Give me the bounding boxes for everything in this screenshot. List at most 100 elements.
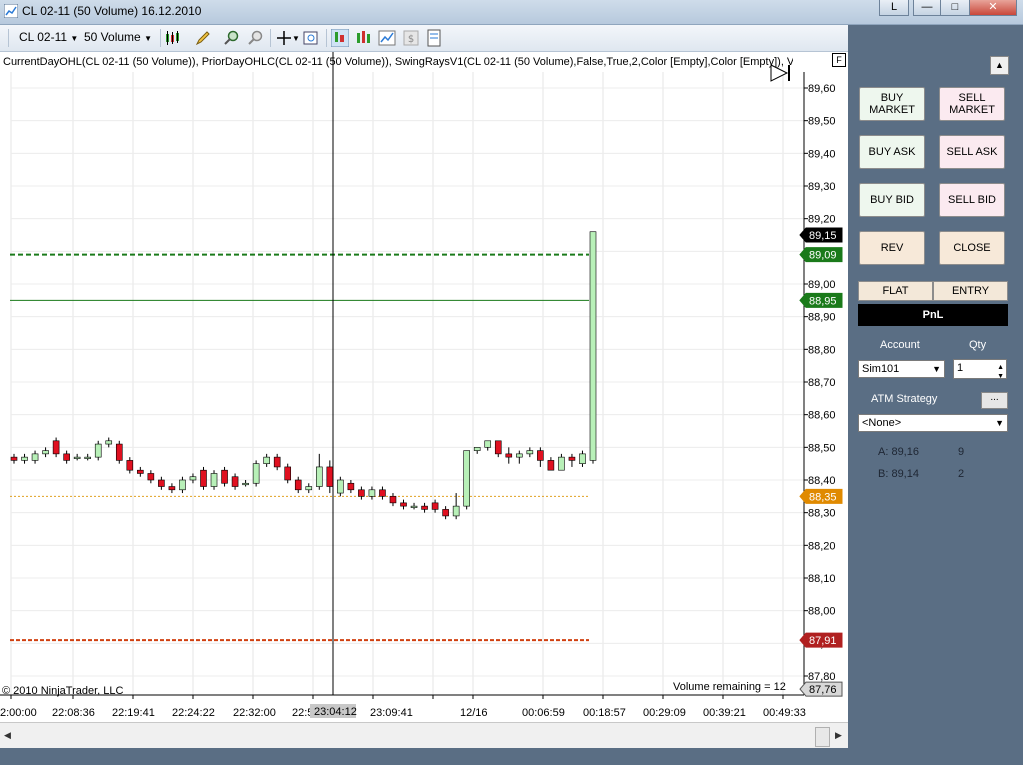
play-icon[interactable] bbox=[769, 63, 793, 83]
time-tick-label: 12/16 bbox=[460, 707, 488, 719]
candle-body bbox=[484, 440, 492, 448]
sell-ask-button[interactable]: SELL ASK bbox=[939, 135, 1005, 169]
panel-collapse-button[interactable]: ▲ bbox=[990, 56, 1009, 75]
maximize-button[interactable]: □ bbox=[940, 0, 970, 16]
copyright-label: © 2010 NinjaTrader, LLC bbox=[2, 685, 124, 697]
buy-bid-button[interactable]: BUY BID bbox=[859, 183, 925, 217]
time-tick-label: 00:29:09 bbox=[643, 707, 686, 719]
atm-strategy-label: ATM Strategy bbox=[871, 393, 938, 405]
link-button[interactable]: L bbox=[879, 0, 909, 16]
candle-body bbox=[242, 482, 249, 486]
interval-selector[interactable]: 50 Volume ▼ bbox=[84, 30, 152, 44]
candle-body bbox=[42, 450, 49, 455]
data-box-icon[interactable] bbox=[302, 29, 320, 47]
candle-body bbox=[442, 509, 449, 517]
time-tick-label: 22:32:00 bbox=[233, 707, 276, 719]
atm-strategy-select[interactable]: <None> ▼ bbox=[858, 414, 1008, 432]
ask-price: A: 89,16 bbox=[878, 446, 919, 458]
candle-body bbox=[168, 486, 176, 491]
price-badge-label: 89,09 bbox=[809, 250, 837, 262]
zoom-out-icon[interactable] bbox=[246, 29, 264, 47]
pencil-icon[interactable] bbox=[194, 29, 212, 47]
price-tick-label: 89,40 bbox=[808, 148, 836, 160]
zoom-in-icon[interactable] bbox=[222, 29, 240, 47]
candle-body bbox=[326, 466, 334, 487]
reverse-button[interactable]: REV bbox=[859, 231, 925, 265]
candle-body bbox=[421, 505, 428, 510]
crosshair-icon[interactable] bbox=[275, 29, 293, 47]
order-panel-toggle-icon[interactable] bbox=[331, 29, 349, 47]
candle-body bbox=[368, 489, 376, 497]
candle-body bbox=[389, 496, 397, 504]
time-tick-label: 00:49:33 bbox=[763, 707, 806, 719]
price-tick-label: 88,90 bbox=[808, 312, 836, 324]
candle-body bbox=[463, 450, 470, 507]
price-tick-label: 88,30 bbox=[808, 508, 836, 520]
candle-body bbox=[158, 479, 165, 487]
candle-body bbox=[221, 469, 228, 484]
candle-body bbox=[94, 443, 102, 458]
time-tick-label: 23:09:41 bbox=[370, 707, 413, 719]
window-title: CL 02-11 (50 Volume) 16.12.2010 bbox=[22, 4, 202, 18]
candle-body bbox=[379, 489, 386, 497]
chevron-down-icon: ▼ bbox=[932, 364, 941, 374]
title-bar: CL 02-11 (50 Volume) 16.12.2010 L — □ ✕ bbox=[0, 0, 1023, 25]
candle-body bbox=[137, 469, 144, 474]
account-label: Account bbox=[880, 339, 920, 351]
interval-label: 50 Volume bbox=[84, 30, 141, 44]
price-tick-label: 89,00 bbox=[808, 279, 836, 291]
chevron-down-icon: ▼ bbox=[144, 34, 152, 43]
stepper-down-icon[interactable]: ▼ bbox=[997, 369, 1004, 385]
candle-body bbox=[579, 453, 586, 464]
candle-body bbox=[358, 489, 365, 497]
indicators-icon[interactable] bbox=[355, 29, 373, 47]
properties-icon[interactable] bbox=[425, 29, 443, 47]
account-select[interactable]: Sim101 ▼ bbox=[858, 360, 945, 378]
chevron-left-icon[interactable]: ◀ bbox=[4, 730, 11, 741]
atm-more-button[interactable]: ... bbox=[981, 392, 1008, 409]
strategies-icon[interactable] bbox=[378, 29, 396, 47]
buy-ask-button[interactable]: BUY ASK bbox=[859, 135, 925, 169]
instrument-label: CL 02-11 bbox=[19, 30, 68, 44]
candle-body bbox=[568, 456, 576, 461]
candle-body bbox=[63, 453, 70, 461]
candle-body bbox=[547, 460, 555, 471]
quantity-stepper[interactable]: 1 ▲ ▼ bbox=[953, 359, 1007, 380]
dollar-icon[interactable]: $ bbox=[402, 29, 420, 47]
chevron-down-icon: ▼ bbox=[70, 34, 79, 43]
candle-body bbox=[505, 453, 513, 458]
chart-horizontal-scrollbar[interactable]: ◀ ▶ bbox=[0, 722, 848, 749]
minimize-button[interactable]: — bbox=[913, 0, 941, 16]
time-tick-label: 22:19:41 bbox=[112, 707, 155, 719]
candle-body bbox=[347, 482, 355, 491]
sell-market-button[interactable]: SELL MARKET bbox=[939, 87, 1005, 121]
buy-market-button[interactable]: BUY MARKET bbox=[859, 87, 925, 121]
entry-button[interactable]: ENTRY bbox=[933, 281, 1008, 301]
flat-button[interactable]: FLAT bbox=[858, 281, 933, 301]
candle-body bbox=[315, 466, 323, 487]
chart-style-icon[interactable] bbox=[164, 29, 182, 47]
close-position-button[interactable]: CLOSE bbox=[939, 231, 1005, 265]
chevron-right-icon[interactable]: ▶ bbox=[835, 730, 842, 741]
chart-properties-flag[interactable]: F bbox=[832, 53, 846, 67]
chevron-down-icon[interactable]: ▼ bbox=[292, 34, 300, 43]
candle-body bbox=[147, 473, 155, 481]
sell-bid-button[interactable]: SELL BID bbox=[939, 183, 1005, 217]
candle-body bbox=[494, 440, 502, 455]
candle-body bbox=[284, 466, 292, 481]
candle-body bbox=[115, 443, 123, 461]
crosshair-time-label: 23:04:12 bbox=[314, 706, 357, 718]
chart-toolbar: CL 02-11 ▼ 50 Volume ▼ ▼ $ bbox=[0, 25, 848, 52]
quantity-value: 1 bbox=[957, 362, 964, 374]
toolbar-separator bbox=[270, 29, 271, 47]
atm-strategy-value: <None> bbox=[862, 417, 902, 429]
price-tick-label: 88,70 bbox=[808, 377, 836, 389]
instrument-selector[interactable]: CL 02-11 ▼ bbox=[19, 30, 78, 44]
scrollbar-thumb[interactable] bbox=[815, 727, 830, 747]
price-chart[interactable]: 89,6089,5089,4089,3089,2089,1089,0088,90… bbox=[0, 52, 848, 722]
chart-area[interactable]: 89,6089,5089,4089,3089,2089,1089,0088,90… bbox=[0, 52, 848, 722]
close-window-button[interactable]: ✕ bbox=[969, 0, 1017, 16]
price-tick-label: 88,50 bbox=[808, 442, 836, 454]
candle-body bbox=[31, 453, 39, 461]
candle-body bbox=[473, 447, 481, 451]
